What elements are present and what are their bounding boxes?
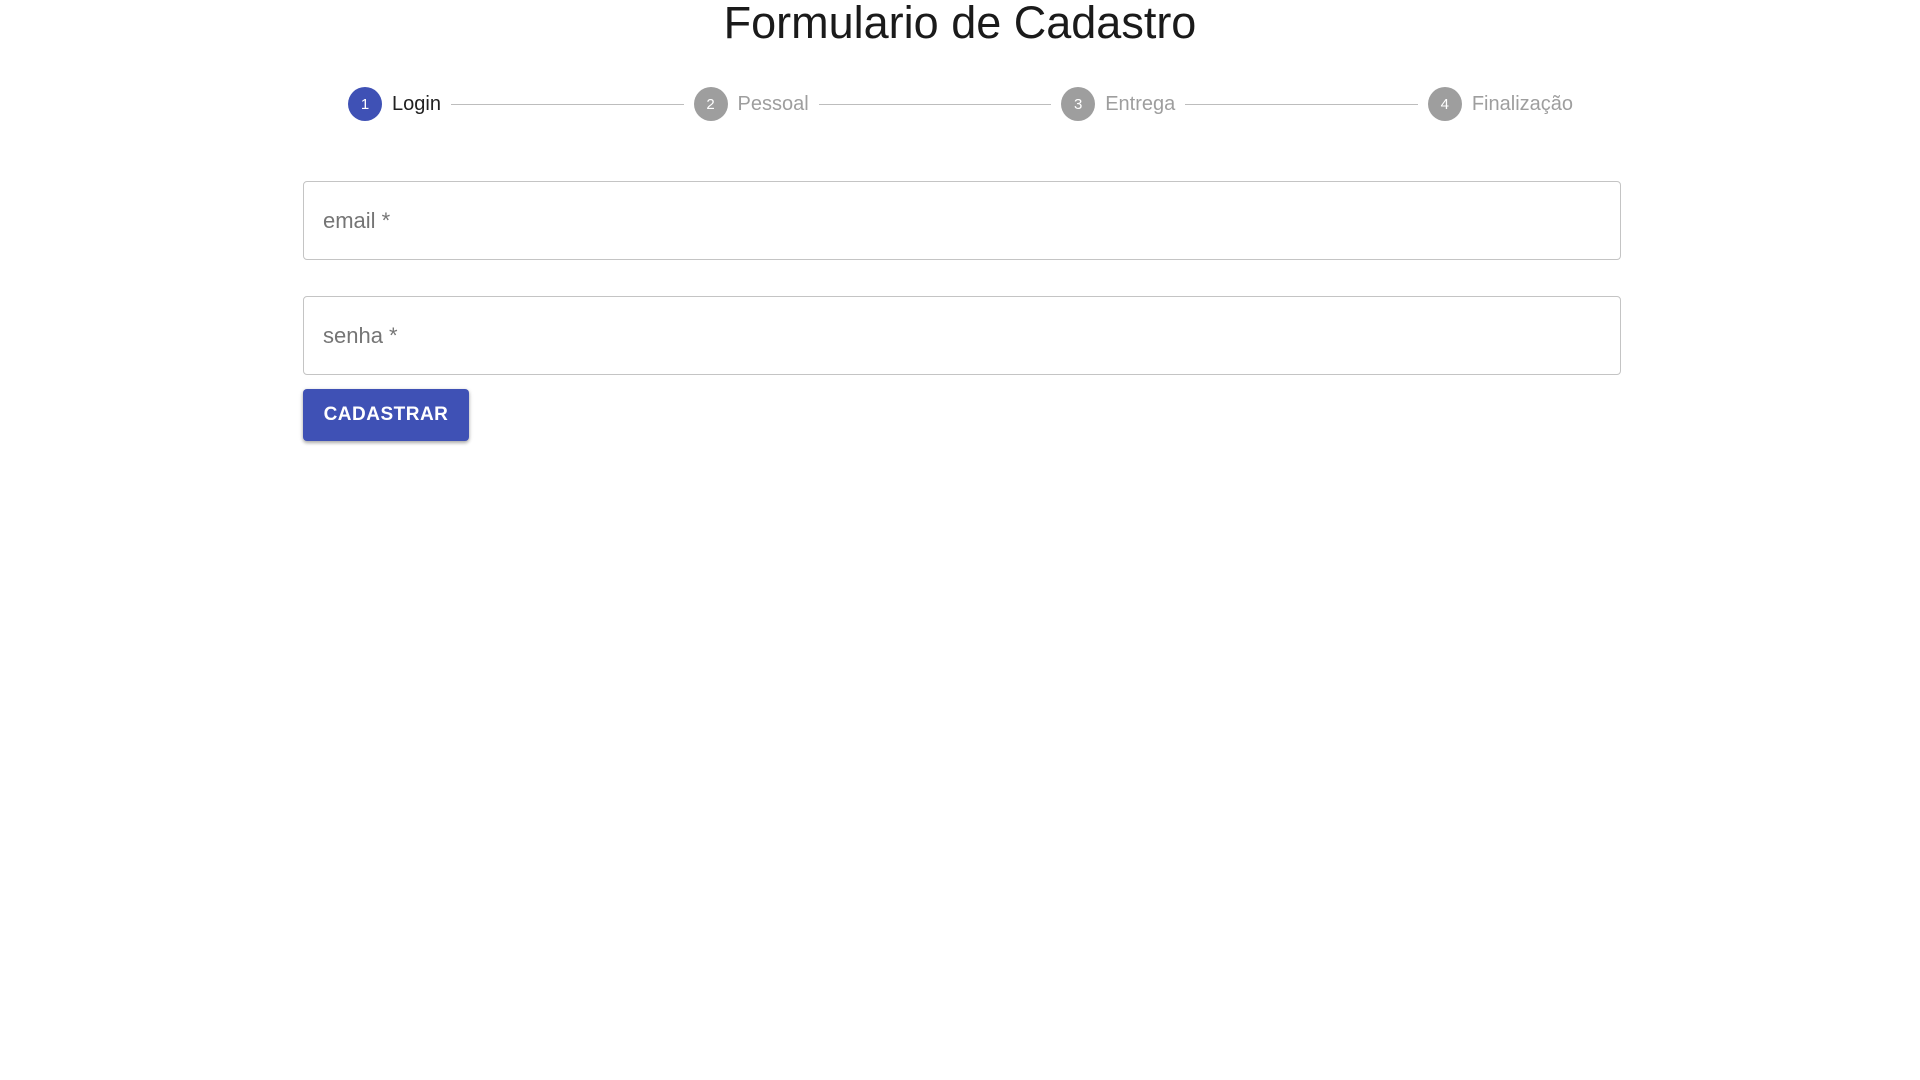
step-connector bbox=[818, 103, 1052, 105]
senha-field[interactable] bbox=[304, 297, 1620, 374]
email-field[interactable] bbox=[304, 182, 1620, 259]
step-entrega[interactable]: 3 Entrega bbox=[1061, 87, 1175, 121]
step-label-login: Login bbox=[392, 92, 441, 115]
step-pessoal[interactable]: 2 Pessoal bbox=[693, 87, 809, 121]
stepper: 1 Login 2 Pessoal 3 Entrega 4 Finalizaçã… bbox=[348, 86, 1573, 122]
step-label-pessoal: Pessoal bbox=[737, 92, 809, 115]
page-title: Formulario de Cadastro bbox=[723, 0, 1197, 48]
email-field-container bbox=[303, 181, 1621, 260]
step-number-3-icon: 3 bbox=[1061, 87, 1096, 121]
registration-page: Formulario de Cadastro 1 Login 2 Pessoal… bbox=[0, 0, 1920, 1080]
step-number-4-icon: 4 bbox=[1427, 87, 1462, 121]
step-label-entrega: Entrega bbox=[1105, 92, 1176, 115]
senha-field-container bbox=[303, 296, 1621, 375]
step-connector bbox=[450, 103, 684, 105]
step-number-1-icon: 1 bbox=[348, 87, 382, 121]
step-login[interactable]: 1 Login bbox=[348, 87, 441, 121]
step-connector bbox=[1185, 103, 1418, 105]
step-label-finalizacao: Finalização bbox=[1471, 92, 1574, 115]
step-number-2-icon: 2 bbox=[693, 87, 728, 121]
cadastrar-button[interactable]: CADASTRAR bbox=[303, 389, 469, 441]
step-finalizacao[interactable]: 4 Finalização bbox=[1427, 87, 1574, 121]
